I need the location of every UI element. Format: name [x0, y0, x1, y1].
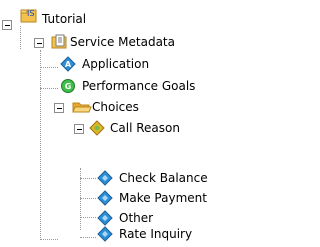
collapse-toggle[interactable] [74, 124, 84, 134]
tree-node-tutorial[interactable]: IS Tutorial [0, 6, 120, 30]
tree-view: IS Tutorial Service Metadata A Applicati… [0, 0, 255, 243]
tree-node-rate-inquiry[interactable]: Rate Inquiry [0, 225, 230, 243]
tree-node-label: Tutorial [42, 12, 87, 26]
tree-node-label: Application [82, 57, 150, 71]
tree-node-label: Check Balance [119, 171, 208, 185]
blue-diamond-icon [97, 170, 113, 191]
svg-text:IS: IS [27, 9, 34, 18]
open-folder-icon [72, 99, 92, 120]
collapse-toggle[interactable] [2, 20, 12, 30]
tree-node-service-metadata[interactable]: Service Metadata [0, 33, 175, 51]
gold-diamond-icon [89, 120, 105, 141]
tree-node-application[interactable]: A Application [0, 55, 150, 73]
tree-node-performance-goals[interactable]: G Performance Goals [0, 77, 195, 95]
collapse-toggle[interactable] [54, 103, 64, 113]
blue-diamond-a-icon: A [60, 56, 76, 77]
tree-node-label: Performance Goals [82, 79, 196, 93]
tree-node-choices[interactable]: Choices [0, 98, 150, 116]
green-circle-g-icon: G [60, 78, 76, 99]
tree-node-label: Rate Inquiry [119, 227, 193, 241]
tree-node-call-reason[interactable]: Call Reason [0, 119, 180, 137]
svg-text:G: G [65, 82, 72, 91]
open-document-folder-icon [50, 34, 70, 55]
tree-node-label: Service Metadata [70, 35, 175, 49]
tree-node-make-payment[interactable]: Make Payment [0, 189, 255, 207]
tutorial-project-icon: IS [19, 7, 41, 29]
tree-node-label: Make Payment [119, 191, 207, 205]
collapse-toggle[interactable] [34, 38, 44, 48]
tree-node-label: Choices [92, 100, 139, 114]
blue-diamond-icon [97, 226, 113, 247]
tree-node-check-balance[interactable]: Check Balance [0, 169, 255, 187]
tree-node-label: Call Reason [110, 121, 180, 135]
blue-diamond-icon [97, 190, 113, 211]
svg-text:A: A [65, 60, 72, 69]
